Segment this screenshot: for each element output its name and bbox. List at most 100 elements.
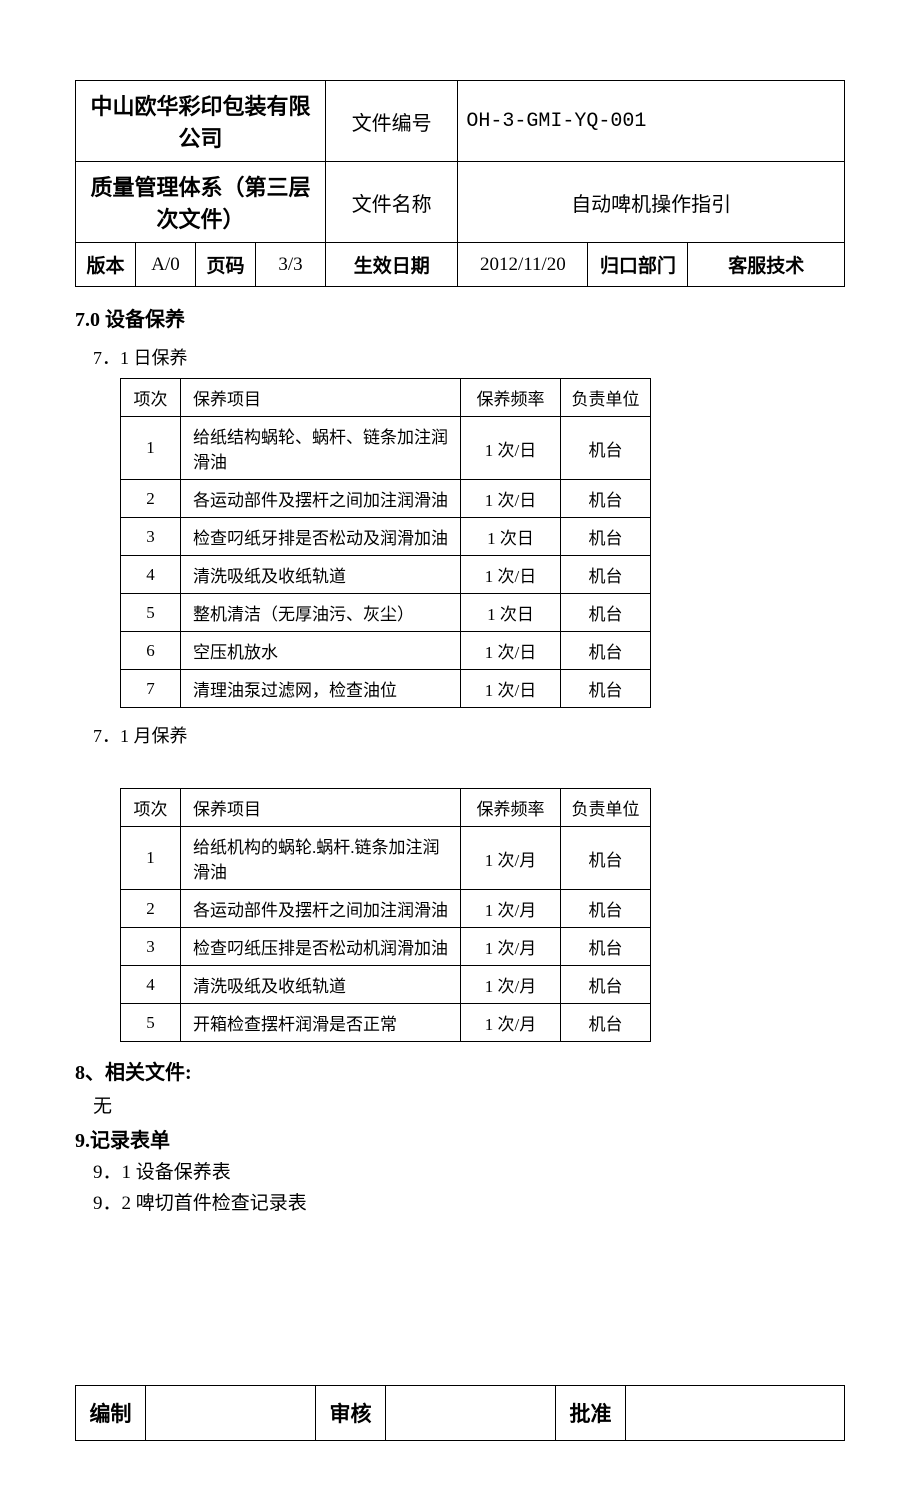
- cell-seq: 1: [121, 417, 181, 480]
- section-8-none: 无: [93, 1091, 845, 1118]
- cell-freq: 1 次/日: [461, 480, 561, 518]
- cell-unit: 机台: [561, 632, 651, 670]
- cell-seq: 6: [121, 632, 181, 670]
- cell-item: 空压机放水: [181, 632, 461, 670]
- monthly-maintenance-table: 项次 保养项目 保养频率 负责单位 1给纸机构的蜗轮.蜗杆.链条加注润滑油1 次…: [120, 788, 651, 1042]
- cell-unit: 机台: [561, 518, 651, 556]
- cell-freq: 1 次/月: [461, 890, 561, 928]
- table-row: 5开箱检查摆杆润滑是否正常1 次/月机台: [121, 1004, 651, 1042]
- cell-unit: 机台: [561, 966, 651, 1004]
- cell-unit: 机台: [561, 827, 651, 890]
- footer-review-label: 审核: [316, 1386, 386, 1441]
- version-label: 版本: [76, 243, 136, 287]
- cell-unit: 机台: [561, 480, 651, 518]
- cell-freq: 1 次/月: [461, 966, 561, 1004]
- cell-seq: 4: [121, 556, 181, 594]
- daily-maintenance-table: 项次 保养项目 保养频率 负责单位 1给纸结构蜗轮、蜗杆、链条加注润滑油1 次/…: [120, 378, 651, 708]
- cell-unit: 机台: [561, 928, 651, 966]
- footer-compile-value: [146, 1386, 316, 1441]
- cell-unit: 机台: [561, 556, 651, 594]
- col-header-item: 保养项目: [181, 379, 461, 417]
- table-row: 2各运动部件及摆杆之间加注润滑油1 次/月机台: [121, 890, 651, 928]
- table-row: 6空压机放水1 次/日机台: [121, 632, 651, 670]
- document-footer-table: 编制 审核 批准: [75, 1385, 845, 1441]
- cell-item: 开箱检查摆杆润滑是否正常: [181, 1004, 461, 1042]
- col-header-freq: 保养频率: [461, 789, 561, 827]
- cell-item: 清理油泵过滤网，检查油位: [181, 670, 461, 708]
- cell-item: 清洗吸纸及收纸轨道: [181, 556, 461, 594]
- footer-approve-label: 批准: [556, 1386, 626, 1441]
- doc-name-label: 文件名称: [326, 162, 458, 243]
- cell-freq: 1 次日: [461, 594, 561, 632]
- eff-date-value: 2012/11/20: [458, 243, 588, 287]
- footer-compile-label: 编制: [76, 1386, 146, 1441]
- footer-review-value: [386, 1386, 556, 1441]
- cell-unit: 机台: [561, 417, 651, 480]
- cell-freq: 1 次/日: [461, 417, 561, 480]
- cell-freq: 1 次/日: [461, 556, 561, 594]
- cell-item: 整机清洁（无厚油污、灰尘）: [181, 594, 461, 632]
- cell-seq: 2: [121, 890, 181, 928]
- cell-item: 给纸机构的蜗轮.蜗杆.链条加注润滑油: [181, 827, 461, 890]
- cell-unit: 机台: [561, 1004, 651, 1042]
- dept-value: 客服技术: [688, 243, 845, 287]
- cell-seq: 5: [121, 1004, 181, 1042]
- footer-approve-value: [626, 1386, 845, 1441]
- table-row: 4清洗吸纸及收纸轨道1 次/月机台: [121, 966, 651, 1004]
- col-header-unit: 负责单位: [561, 789, 651, 827]
- table-row: 1给纸结构蜗轮、蜗杆、链条加注润滑油1 次/日机台: [121, 417, 651, 480]
- page-label: 页码: [196, 243, 256, 287]
- version-value: A/0: [136, 243, 196, 287]
- cell-freq: 1 次/月: [461, 928, 561, 966]
- col-header-seq: 项次: [121, 379, 181, 417]
- cell-item: 清洗吸纸及收纸轨道: [181, 966, 461, 1004]
- cell-seq: 3: [121, 518, 181, 556]
- col-header-seq: 项次: [121, 789, 181, 827]
- doc-name: 自动啤机操作指引: [458, 162, 845, 243]
- document-header-table: 中山欧华彩印包装有限公司 文件编号 OH-3-GMI-YQ-001 质量管理体系…: [75, 80, 845, 287]
- cell-freq: 1 次/日: [461, 670, 561, 708]
- cell-freq: 1 次/月: [461, 827, 561, 890]
- doc-code: OH-3-GMI-YQ-001: [458, 81, 845, 162]
- cell-item: 给纸结构蜗轮、蜗杆、链条加注润滑油: [181, 417, 461, 480]
- cell-seq: 1: [121, 827, 181, 890]
- table-row: 4清洗吸纸及收纸轨道1 次/日机台: [121, 556, 651, 594]
- table-row: 2各运动部件及摆杆之间加注润滑油1 次/日机台: [121, 480, 651, 518]
- dept-label: 归口部门: [588, 243, 688, 287]
- cell-seq: 2: [121, 480, 181, 518]
- cell-seq: 4: [121, 966, 181, 1004]
- table-row: 3检查叼纸压排是否松动机润滑加油1 次/月机台: [121, 928, 651, 966]
- col-header-freq: 保养频率: [461, 379, 561, 417]
- cell-freq: 1 次/月: [461, 1004, 561, 1042]
- cell-item: 各运动部件及摆杆之间加注润滑油: [181, 890, 461, 928]
- cell-unit: 机台: [561, 890, 651, 928]
- cell-seq: 5: [121, 594, 181, 632]
- col-header-unit: 负责单位: [561, 379, 651, 417]
- cell-item: 检查叼纸压排是否松动机润滑加油: [181, 928, 461, 966]
- cell-seq: 7: [121, 670, 181, 708]
- cell-freq: 1 次/日: [461, 632, 561, 670]
- table-row: 5整机清洁（无厚油污、灰尘）1 次日机台: [121, 594, 651, 632]
- col-header-item: 保养项目: [181, 789, 461, 827]
- cell-item: 各运动部件及摆杆之间加注润滑油: [181, 480, 461, 518]
- table-row: 1给纸机构的蜗轮.蜗杆.链条加注润滑油1 次/月机台: [121, 827, 651, 890]
- eff-date-label: 生效日期: [326, 243, 458, 287]
- section-7-1-heading: 7．1 日保养: [93, 344, 845, 370]
- doc-code-label: 文件编号: [326, 81, 458, 162]
- document-body: 7.0 设备保养 7．1 日保养 项次 保养项目 保养频率 负责单位 1给纸结构…: [75, 287, 845, 1215]
- cell-seq: 3: [121, 928, 181, 966]
- section-7-heading: 7.0 设备保养: [75, 303, 845, 332]
- section-8-title-text: 8、相关文件:: [75, 1062, 192, 1084]
- table-row: 3检查叼纸牙排是否松动及润滑加油1 次日机台: [121, 518, 651, 556]
- section-8-heading: 8、相关文件:: [75, 1056, 845, 1085]
- table-row: 7清理油泵过滤网，检查油位1 次/日机台: [121, 670, 651, 708]
- qms-title: 质量管理体系（第三层次文件）: [76, 162, 326, 243]
- cell-unit: 机台: [561, 670, 651, 708]
- page-value: 3/3: [256, 243, 326, 287]
- section-9-1: 9．1 设备保养表: [93, 1157, 845, 1184]
- cell-freq: 1 次日: [461, 518, 561, 556]
- company-name: 中山欧华彩印包装有限公司: [76, 81, 326, 162]
- cell-item: 检查叼纸牙排是否松动及润滑加油: [181, 518, 461, 556]
- section-9-2: 9．2 啤切首件检查记录表: [93, 1188, 845, 1215]
- cell-unit: 机台: [561, 594, 651, 632]
